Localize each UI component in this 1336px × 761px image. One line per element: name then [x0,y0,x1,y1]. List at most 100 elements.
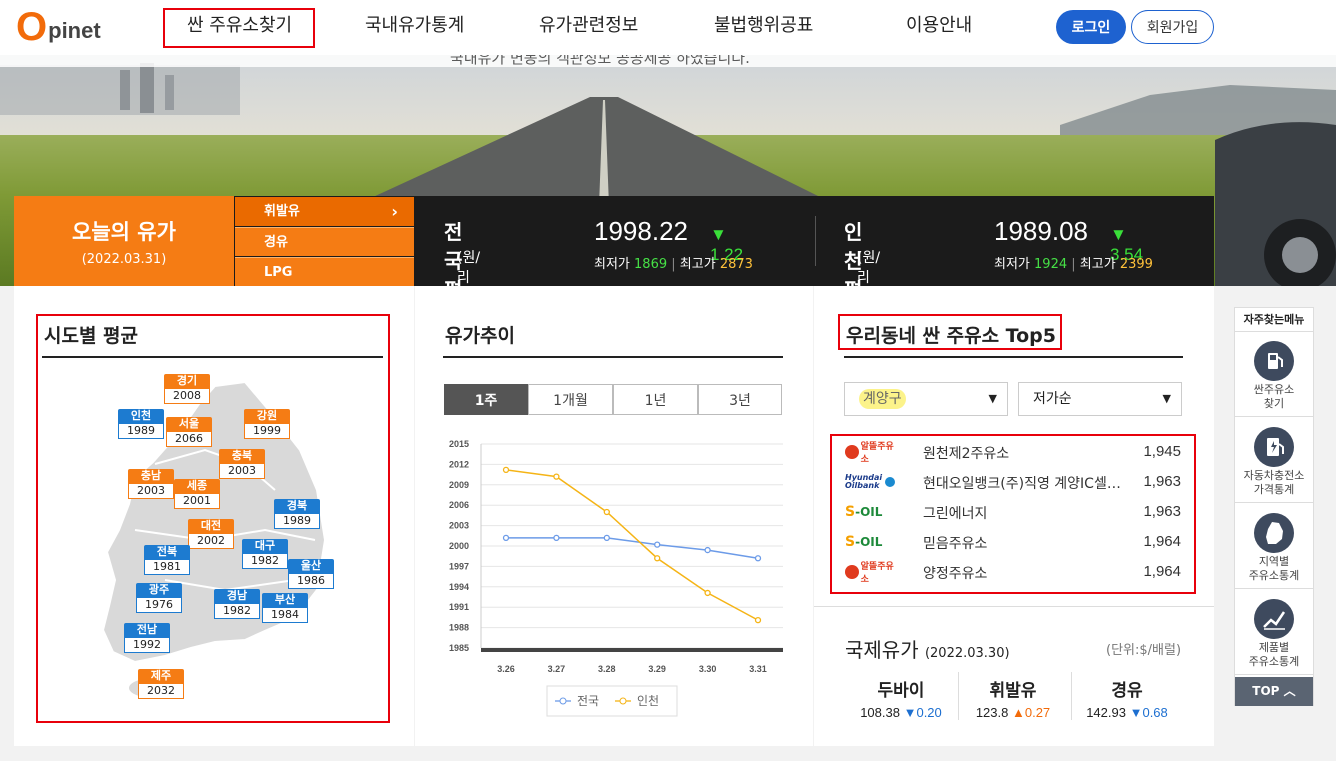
fuel-tab-gasoline[interactable]: 휘발유 › [235,197,414,226]
x-tick-label: 3.27 [548,664,566,674]
data-point [704,589,711,597]
district-select[interactable]: 계양구 ▼ [844,382,1008,416]
region-tag[interactable]: 경기 2008 [164,374,210,404]
data-point [754,616,762,624]
station-price: 1,964 [1143,533,1181,550]
region-name: 강원 [244,409,290,423]
region-name: 부산 [262,593,308,607]
sort-select[interactable]: 저가순 ▼ [1018,382,1182,416]
region-tag[interactable]: 강원 1999 [244,409,290,439]
login-button[interactable]: 로그인 [1056,10,1126,44]
region-value: 2003 [219,463,265,479]
data-point [654,555,661,562]
nav-price-info[interactable]: 유가관련정보 [539,14,638,38]
nav-guide[interactable]: 이용안내 [906,14,972,38]
legend-label: 인천 [637,693,659,708]
y-tick-label: 2006 [449,500,469,510]
intl-title: 국제유가 (2022.03.30) [845,638,1010,662]
station-row[interactable]: 알뜰주유소 양정주유소 1,964 [845,557,1181,587]
opinet-logo[interactable]: Opinet [16,7,101,47]
intl-item: 두바이 108.38 ▼0.20 [846,676,956,720]
region-name: 광주 [136,583,182,597]
region-tag[interactable]: 충북 2003 [219,449,265,479]
dropdown-caret-icon: ▼ [1162,392,1171,405]
quick-menu-item[interactable]: 제품별 주유소통계 [1235,591,1313,675]
intl-unit: (단위:$/배럴) [1106,643,1182,658]
today-date: (2022.03.31) [81,252,167,267]
region-tag[interactable]: 대구 1982 [242,539,288,569]
national-minmax: 최저가 1869 | 최고가 2873 [594,257,753,272]
nav-domestic-stats[interactable]: 국내유가통계 [365,14,464,38]
region-value: 1989 [274,513,320,529]
fuel-tab-lpg[interactable]: LPG [235,257,414,286]
data-point [603,534,610,541]
quick-menu-item[interactable]: 자동차충전소 가격통계 [1235,419,1313,503]
region-value: 1989 [118,423,164,439]
banner-text: 국내유가 변동의 객관정보 공공제공 하였습니다. [450,55,750,67]
region-name: 대전 [188,519,234,533]
brand-logo: S -OIL [845,504,883,520]
tab-1year[interactable]: 1년 [613,384,698,415]
data-point [553,473,560,480]
intl-name: 두바이 [877,681,925,701]
region-tag[interactable]: 제주 2032 [138,669,184,699]
quick-menu-title: 자주찾는메뉴 [1235,308,1313,332]
tab-1month[interactable]: 1개월 [528,384,613,415]
region-value: 1992 [124,637,170,653]
region-name: 전북 [144,545,190,559]
brand-logo: 알뜰주유소 [845,562,901,585]
region-value: 1982 [242,553,288,569]
data-point [654,541,661,548]
region-name: 대구 [242,539,288,553]
quick-menu-item[interactable]: 지역별 주유소통계 [1235,505,1313,589]
tab-1week[interactable]: 1주 [444,384,528,415]
top-button[interactable]: TOP ︿ [1235,677,1313,706]
region-tag[interactable]: 세종 2001 [174,479,220,509]
korea-map-icon [1254,513,1294,553]
data-point [553,534,560,541]
region-name: 전남 [124,623,170,637]
y-tick-label: 1997 [449,561,469,571]
y-tick-label: 1985 [449,643,469,653]
y-tick-label: 2000 [449,541,469,551]
region-tag[interactable]: 인천 1989 [118,409,164,439]
title-underline [443,356,783,358]
intl-change: ▼0.20 [903,705,942,720]
brand-logo: S -OIL [845,534,883,550]
quick-menu-item[interactable]: 싼주유소 찾기 [1235,333,1313,417]
series-line [506,537,759,559]
x-axis [481,648,783,652]
region-name: 제주 [138,669,184,683]
region-tag[interactable]: 전북 1981 [144,545,190,575]
station-row[interactable]: 알뜰주유소 원천제2주유소 1,945 [845,437,1181,467]
nav-violations[interactable]: 불법행위공표 [714,14,813,38]
region-tag[interactable]: 대전 2002 [188,519,234,549]
dropdown-caret-icon: ▼ [988,392,997,405]
region-tag[interactable]: 경북 1989 [274,499,320,529]
join-button[interactable]: 회원가입 [1131,10,1214,44]
station-row[interactable]: S -OIL 믿음주유소 1,964 [845,527,1181,557]
region-tag[interactable]: 전남 1992 [124,623,170,653]
y-tick-label: 1988 [449,623,469,633]
highlight-box [163,8,315,48]
region-value: 1982 [214,603,260,619]
region-value: 1984 [262,607,308,623]
tab-3year[interactable]: 3년 [698,384,782,415]
region-tag[interactable]: 광주 1976 [136,583,182,613]
x-tick-label: 3.26 [497,664,515,674]
station-row[interactable]: HyundaiOilbank 현대오일뱅크(주)직영 계양IC셀프주유소 1,963 [845,467,1181,497]
region-tag[interactable]: 부산 1984 [262,593,308,623]
region-tag[interactable]: 울산 1986 [288,559,334,589]
station-name: 그린에너지 [923,506,988,522]
region-name: 서울 [166,417,212,431]
legend-marker [619,697,627,705]
station-name: 원천제2주유소 [923,446,1010,462]
trend-title: 유가추이 [445,325,515,347]
region-tag[interactable]: 충남 2003 [128,469,174,499]
quick-menu: 자주찾는메뉴 싼주유소 찾기 자동차충전소 가격통계 지역별 주유소통계 제품별 주유소통계 … [1234,307,1314,706]
region-tag[interactable]: 서울 2066 [166,417,212,447]
fuel-tab-diesel[interactable]: 경유 [235,227,414,256]
region-tag[interactable]: 경남 1982 [214,589,260,619]
region-value: 1976 [136,597,182,613]
station-row[interactable]: S -OIL 그린에너지 1,963 [845,497,1181,527]
